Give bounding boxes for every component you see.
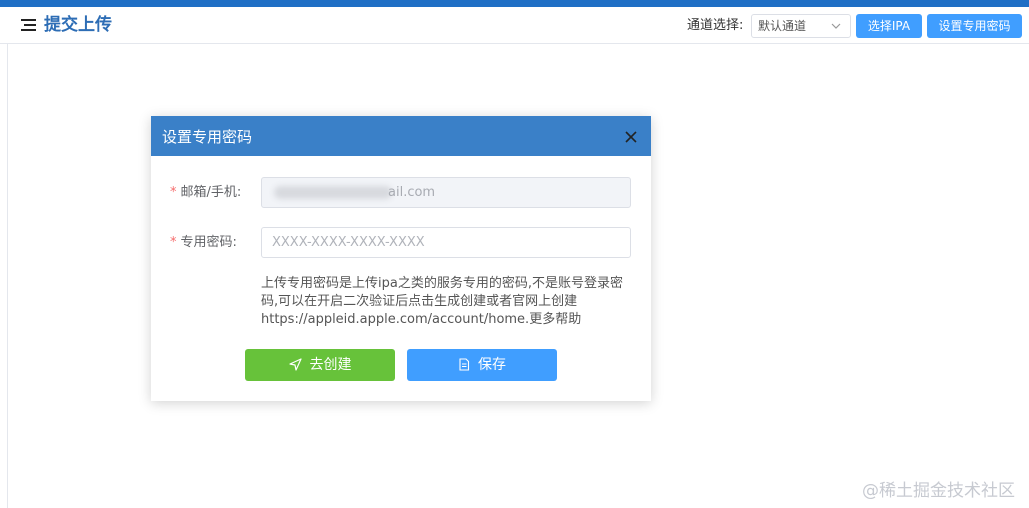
page-header: 提交上传 通道选择: 默认通道 选择IPA 设置专用密码 xyxy=(0,7,1029,44)
required-mark: * xyxy=(170,185,177,200)
chevron-down-icon xyxy=(831,23,841,29)
page-title: 提交上传 xyxy=(44,15,112,35)
save-button-label: 保存 xyxy=(478,357,506,373)
help-text: 上传专用密码是上传ipa之类的服务专用的密码,不是账号登录密码,可以在开启二次验… xyxy=(261,276,623,327)
menu-toggle-icon[interactable] xyxy=(21,19,36,31)
email-label-text: 邮箱/手机: xyxy=(180,185,242,200)
save-button[interactable]: 保存 xyxy=(407,349,557,381)
select-ipa-button[interactable]: 选择IPA xyxy=(856,14,922,38)
channel-select[interactable]: 默认通道 xyxy=(751,14,851,38)
app-password-field[interactable]: XXXX-XXXX-XXXX-XXXX xyxy=(261,227,631,258)
password-label-text: 专用密码: xyxy=(180,235,237,250)
set-password-button[interactable]: 设置专用密码 xyxy=(927,14,1022,38)
watermark: @稀土掘金技术社区 xyxy=(862,481,1015,501)
redacted-email-blur xyxy=(274,186,392,199)
password-label: * 专用密码: xyxy=(170,234,237,252)
create-button-label: 去创建 xyxy=(309,357,352,373)
create-button[interactable]: 去创建 xyxy=(245,349,395,381)
channel-select-value: 默认通道 xyxy=(758,19,807,33)
email-field-value: ail.com xyxy=(388,185,436,200)
top-color-strip xyxy=(0,0,1029,7)
send-icon xyxy=(288,358,302,371)
close-icon[interactable] xyxy=(625,131,637,143)
required-mark: * xyxy=(170,235,177,250)
content-left-border xyxy=(7,44,8,508)
email-label: * 邮箱/手机: xyxy=(170,184,241,202)
channel-label: 通道选择: xyxy=(687,18,744,33)
document-icon xyxy=(459,358,470,371)
email-field[interactable]: ail.com xyxy=(261,177,631,208)
dialog-title: 设置专用密码 xyxy=(162,128,253,146)
dialog-header: 设置专用密码 xyxy=(151,116,651,156)
password-dialog: 设置专用密码 * 邮箱/手机: ail.com * 专用密码: XXXX-XXXX-… xyxy=(151,116,651,401)
